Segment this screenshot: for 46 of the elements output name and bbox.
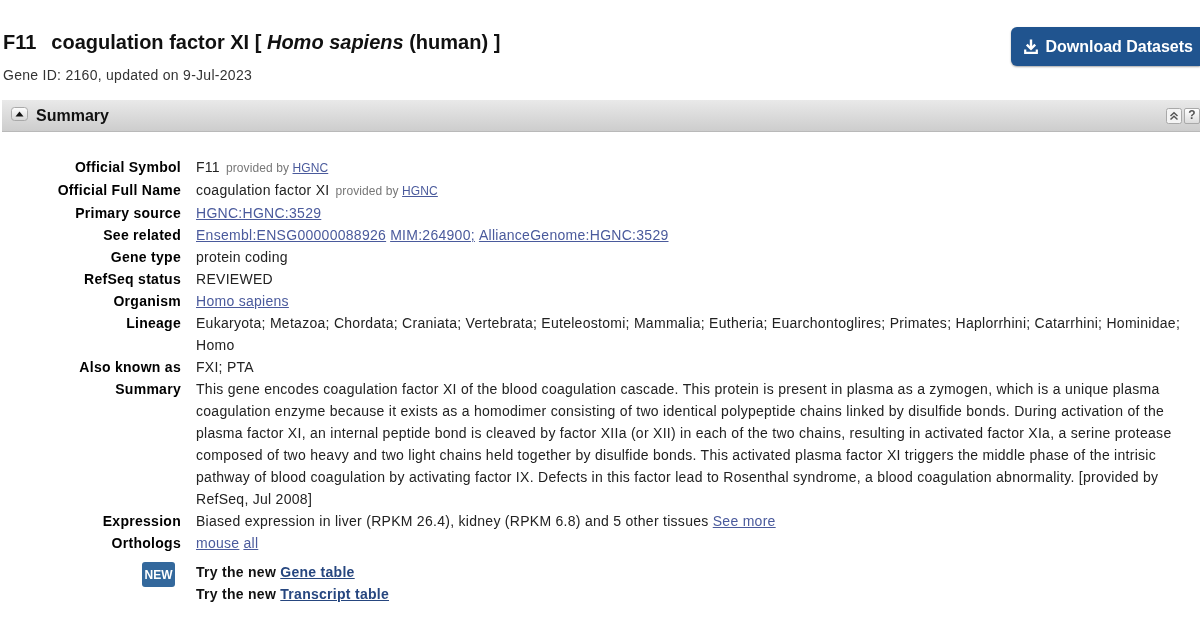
value-link[interactable]: AllianceGenome:HGNC:3529	[478, 227, 669, 243]
field-label: Gene type	[109, 248, 181, 267]
value-link[interactable]: all	[243, 535, 259, 551]
provided-by-note: provided by HGNC	[225, 161, 329, 175]
field-label: Orthologs	[110, 534, 181, 553]
value-link[interactable]: Ensembl:ENSG00000088926	[196, 227, 387, 243]
try-new-text: Try the new Gene table	[196, 563, 356, 582]
value-link[interactable]: MIM:264900;	[390, 227, 475, 243]
field-label: Primary source	[74, 204, 181, 223]
field-value: This gene encodes coagulation factor XI of the blood coagulation cascade. This protein is present in plasma as a zymogen, which is a unique plasma coagulation enzyme because it exists as a homodimer consisting of two identical polypeptide chains linked by disulfide bonds. During activation of the plasma factor XI, an internal peptide bond is cleaved by factor XIIa (or XII) in each of the two chains, resulting in activated factor XIa, a serine protease composed of two heavy and two light chains held together by disulfide bonds. This activated plasma factor XI triggers the middle phase of the intrisic pathway of blood coagulation by activating factor IX. Defects in this factor lead to Rosenthal syndrome, a blood coagulation abnormality. [provided by RefSeq, Jul 2008]	[196, 381, 1172, 507]
table-link[interactable]: Transcript table	[280, 586, 390, 602]
double-caret-up-icon[interactable]	[1166, 107, 1182, 124]
field-value: protein coding	[196, 249, 288, 265]
field-value: F11	[196, 159, 220, 175]
field-value: FXI; PTA	[196, 359, 254, 375]
field-value: REVIEWED	[196, 271, 273, 287]
source-link[interactable]: HGNC	[402, 184, 438, 198]
new-badge: NEW	[142, 562, 175, 587]
section-title: Summary	[36, 106, 109, 125]
gene-title: coagulation factor XI [ Homo sapiens (human) ]	[51, 30, 501, 54]
provided-by-note: provided by HGNC	[335, 184, 438, 198]
field-value: Eukaryota; Metazoa; Chordata; Craniata; Vertebrata; Euteleostomi; Mammalia; Eutheria; Euarchontoglires; Primates; Haplorrhini; Catarrhini; Hominidae; Homo	[196, 315, 1181, 353]
field-label: Official Full Name	[56, 181, 181, 200]
see-more-link[interactable]: See more	[712, 513, 776, 529]
gene-symbol: F11	[3, 30, 37, 54]
caret-up-icon[interactable]	[11, 106, 28, 121]
field-label: See related	[102, 226, 181, 245]
field-label: Summary	[114, 380, 181, 399]
field-value: coagulation factor XI	[196, 182, 330, 198]
try-new-text: Try the new Transcript table	[196, 585, 391, 604]
field-label: Lineage	[125, 314, 181, 333]
value-link[interactable]: Homo sapiens	[196, 293, 289, 309]
download-button[interactable]: Download Datasets	[1011, 27, 1200, 66]
field-label: Expression	[101, 512, 181, 531]
table-link[interactable]: Gene table	[280, 564, 355, 580]
help-button[interactable]: ?	[1184, 107, 1200, 124]
gene-id-text: Gene ID: 2160, updated on 9-Jul-2023	[3, 66, 254, 84]
field-label: RefSeq status	[83, 270, 181, 289]
value-link[interactable]: mouse	[196, 535, 240, 551]
source-link[interactable]: HGNC	[292, 161, 329, 175]
field-label: Official Symbol	[73, 158, 181, 177]
download-icon	[1024, 39, 1039, 54]
value-link[interactable]: HGNC:HGNC:3529	[196, 205, 322, 221]
field-label: Organism	[112, 292, 181, 311]
field-label: Also known as	[78, 358, 181, 377]
field-value: Biased expression in liver (RPKM 26.4), kidney (RPKM 6.8) and 5 other tissues See more	[196, 513, 776, 529]
